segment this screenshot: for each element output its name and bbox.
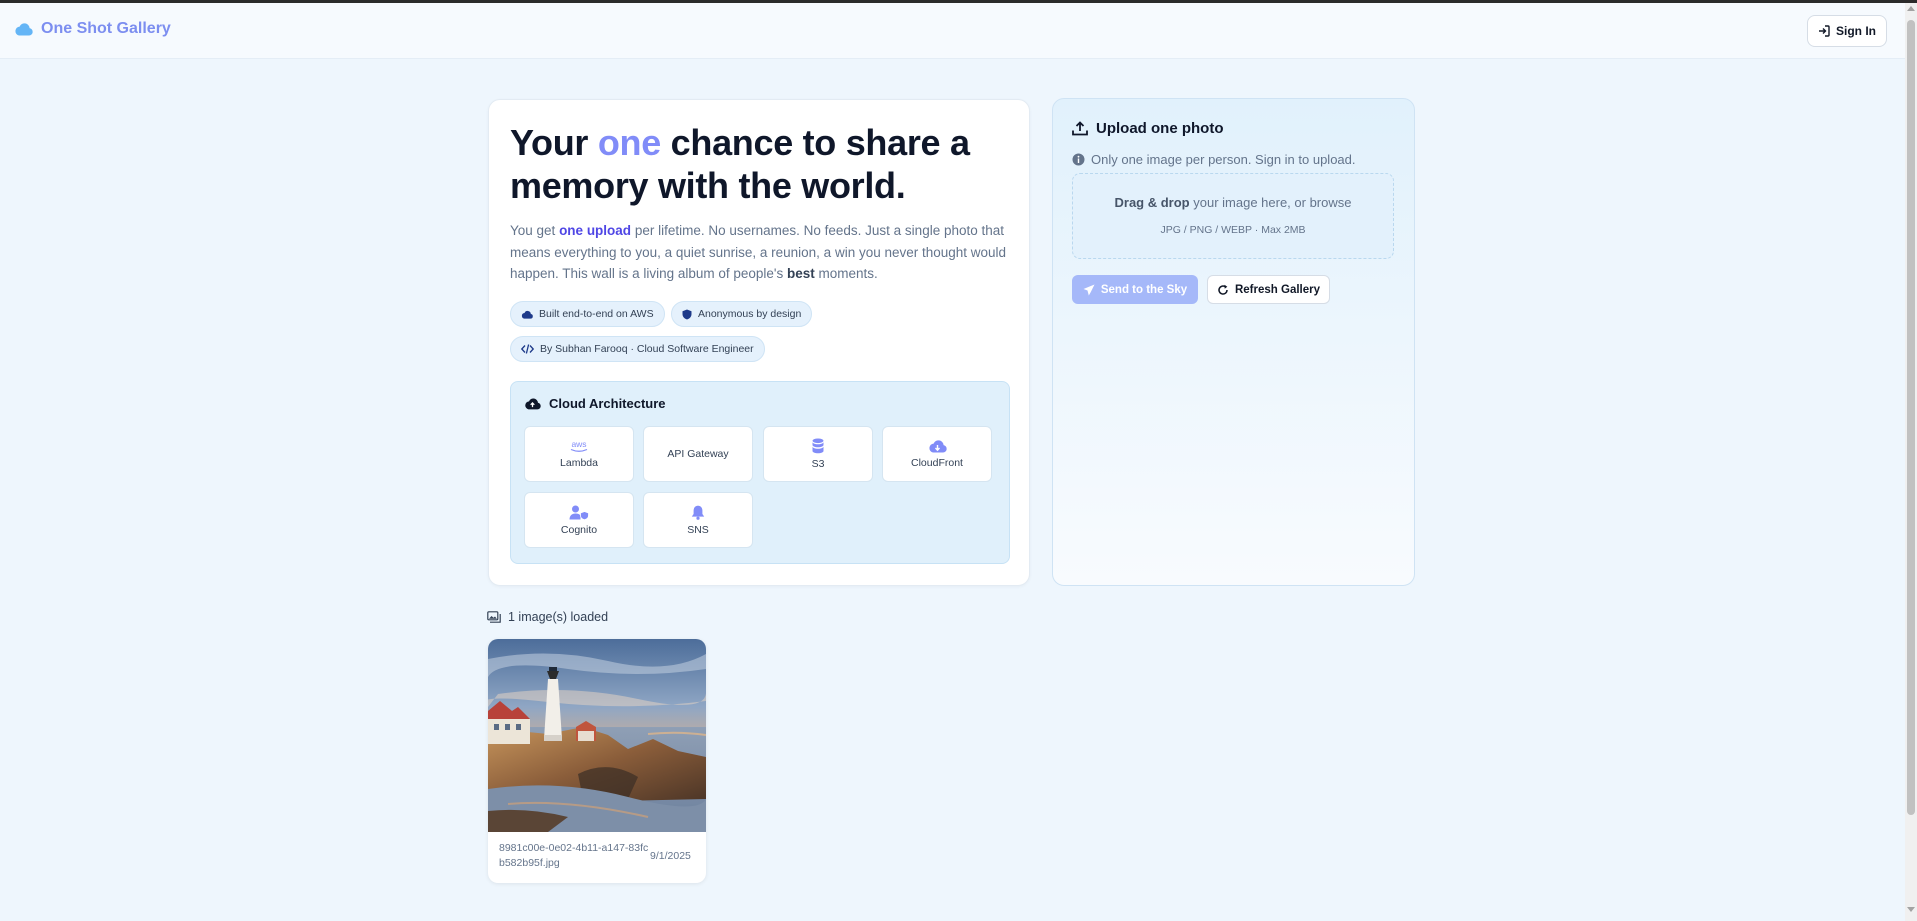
upload-title: Upload one photo xyxy=(1072,120,1223,137)
image-date: 9/1/2025 xyxy=(650,850,691,862)
hero-card: Your one chance to share a memory with t… xyxy=(488,99,1030,586)
service-tile-cloudfront: CloudFront xyxy=(882,426,992,482)
badge-author: By Subhan Farooq · Cloud Software Engine… xyxy=(510,336,765,362)
upload-panel: Upload one photo Only one image per pers… xyxy=(1052,98,1415,586)
refresh-gallery-button[interactable]: Refresh Gallery xyxy=(1207,275,1330,304)
hero-title-accent: one xyxy=(597,122,661,163)
dropzone-text: Drag & drop your image here, or browse xyxy=(1114,195,1352,210)
brand-logo[interactable]: One Shot Gallery xyxy=(14,20,171,38)
images-icon xyxy=(487,611,501,623)
aws-icon: aws xyxy=(570,439,588,452)
service-tile-api-gateway: API Gateway xyxy=(643,426,753,482)
sign-in-label: Sign In xyxy=(1836,24,1876,38)
badge-anonymous: Anonymous by design xyxy=(671,301,813,327)
shield-icon xyxy=(682,309,692,319)
hero-title: Your one chance to share a memory with t… xyxy=(510,122,970,206)
upload-icon xyxy=(1072,121,1088,136)
gallery-status: 1 image(s) loaded xyxy=(487,610,608,624)
cloud-icon xyxy=(521,310,533,319)
service-tile-lambda: aws Lambda xyxy=(524,426,634,482)
top-navbar: One Shot Gallery Sign In xyxy=(0,3,1905,59)
info-icon xyxy=(1072,153,1085,166)
paper-plane-icon xyxy=(1083,284,1095,295)
service-tile-s3: S3 xyxy=(763,426,873,482)
user-shield-icon xyxy=(569,505,589,520)
database-icon xyxy=(812,438,824,454)
bell-icon xyxy=(691,505,705,520)
one-upload-highlight: one upload xyxy=(559,223,632,238)
hero-description: You get one upload per lifetime. No user… xyxy=(510,223,1007,281)
image-dropzone[interactable]: Drag & drop your image here, or browse J… xyxy=(1072,173,1394,259)
scroll-down-arrow-icon[interactable] xyxy=(1907,907,1915,912)
sign-in-icon xyxy=(1819,25,1830,37)
code-icon xyxy=(521,344,534,354)
badge-aws: Built end-to-end on AWS xyxy=(510,301,665,327)
lighthouse-photo[interactable] xyxy=(488,639,706,832)
brand-name: One Shot Gallery xyxy=(41,20,171,37)
refresh-icon xyxy=(1218,284,1228,295)
image-filename: 8981c00e-0e02-4b11-a147-83fcb582b95f.jpg xyxy=(499,842,649,869)
upload-note: Only one image per person. Sign in to up… xyxy=(1072,152,1356,167)
cloud-upload-icon xyxy=(525,398,541,410)
cloud-download-icon xyxy=(928,440,947,453)
cloud-icon xyxy=(15,23,33,36)
sign-in-button[interactable]: Sign In xyxy=(1807,15,1887,47)
cloud-architecture-title: Cloud Architecture xyxy=(524,396,666,411)
dropzone-format-hint: JPG / PNG / WEBP · Max 2MB xyxy=(1160,224,1306,236)
cloud-architecture-panel: Cloud Architecture aws Lambda API Gatewa… xyxy=(510,381,1010,564)
send-to-sky-button[interactable]: Send to the Sky xyxy=(1072,275,1198,304)
service-tile-sns: SNS xyxy=(643,492,753,548)
gallery-image-card[interactable]: 8981c00e-0e02-4b11-a147-83fcb582b95f.jpg… xyxy=(488,639,706,883)
scroll-up-arrow-icon[interactable] xyxy=(1907,6,1915,11)
scrollbar-thumb[interactable] xyxy=(1907,20,1915,815)
svg-text:aws: aws xyxy=(571,439,586,449)
service-tile-cognito: Cognito xyxy=(524,492,634,548)
